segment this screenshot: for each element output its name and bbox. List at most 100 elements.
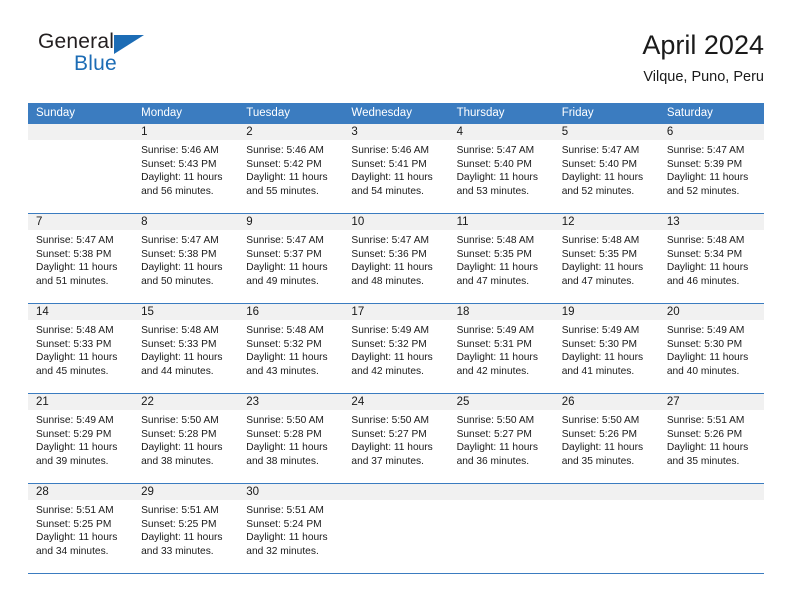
sunset-text: Sunset: 5:27 PM (456, 428, 532, 440)
day-number: 27 (658, 394, 764, 410)
day-details: Sunrise: 5:50 AM Sunset: 5:28 PM Daylight:… (133, 410, 238, 468)
daylight-text-line1: Daylight: 11 hours (351, 172, 433, 184)
day-cell[interactable]: 28 Sunrise: 5:51 AM Sunset: 5:25 PM Dayligh… (28, 484, 134, 573)
daylight-text-line2: and 37 minutes. (351, 455, 424, 467)
day-details: Sunrise: 5:49 AM Sunset: 5:32 PM Daylight:… (343, 320, 448, 378)
day-details: Sunrise: 5:50 AM Sunset: 5:28 PM Daylight:… (238, 410, 343, 468)
daylight-text-line1: Daylight: 11 hours (36, 442, 118, 454)
day-number: 22 (133, 394, 239, 410)
day-details: Sunrise: 5:51 AM Sunset: 5:25 PM Daylight:… (133, 500, 238, 558)
day-cell[interactable]: 2 Sunrise: 5:46 AM Sunset: 5:42 PM Daylight… (238, 124, 344, 213)
day-cell[interactable]: 10 Sunrise: 5:47 AM Sunset: 5:36 PM Dayligh… (343, 214, 449, 303)
sunrise-text: Sunrise: 5:49 AM (666, 325, 745, 336)
day-cell[interactable]: 27 Sunrise: 5:51 AM Sunset: 5:26 PM Dayligh… (658, 394, 764, 483)
day-cell[interactable]: 30 Sunrise: 5:51 AM Sunset: 5:24 PM Dayligh… (238, 484, 344, 573)
day-cell-empty (553, 484, 659, 573)
weekday-header-friday: Friday (561, 107, 594, 119)
daylight-text-line2: and 41 minutes. (561, 365, 635, 377)
location-subtitle: Vilque, Puno, Peru (643, 69, 764, 85)
daylight-text-line2: and 46 minutes. (666, 275, 740, 287)
sunset-text: Sunset: 5:43 PM (141, 158, 217, 170)
sunrise-text: Sunrise: 5:50 AM (141, 415, 219, 426)
week-cells: 7 Sunrise: 5:47 AM Sunset: 5:38 PM Daylight… (28, 214, 764, 303)
week-cells: 28 Sunrise: 5:51 AM Sunset: 5:25 PM Dayligh… (28, 484, 764, 573)
day-number: 18 (448, 304, 554, 320)
day-cell[interactable]: 4 Sunrise: 5:47 AM Sunset: 5:40 PM Daylight… (448, 124, 554, 213)
daylight-text-line2: and 52 minutes. (666, 185, 740, 197)
weekday-header-sunday: Sunday (36, 107, 76, 119)
day-cell[interactable]: 23 Sunrise: 5:50 AM Sunset: 5:28 PM Dayligh… (238, 394, 344, 483)
day-cell[interactable]: 8 Sunrise: 5:47 AM Sunset: 5:38 PM Daylight… (133, 214, 239, 303)
day-cell[interactable]: 12 Sunrise: 5:48 AM Sunset: 5:35 PM Dayligh… (553, 214, 659, 303)
sunrise-text: Sunrise: 5:47 AM (456, 145, 535, 156)
sunset-text: Sunset: 5:37 PM (246, 248, 322, 260)
day-details (554, 500, 659, 504)
daylight-text-line1: Daylight: 11 hours (456, 262, 538, 274)
sunset-text: Sunset: 5:32 PM (351, 338, 427, 350)
day-details: Sunrise: 5:49 AM Sunset: 5:30 PM Daylight:… (554, 320, 659, 378)
day-cell[interactable]: 7 Sunrise: 5:47 AM Sunset: 5:38 PM Daylight… (28, 214, 134, 303)
day-details: Sunrise: 5:47 AM Sunset: 5:37 PM Daylight:… (238, 230, 343, 288)
day-cell[interactable]: 18 Sunrise: 5:49 AM Sunset: 5:31 PM Dayligh… (448, 304, 554, 393)
day-number: 30 (238, 484, 344, 500)
daylight-text-line2: and 38 minutes. (246, 455, 319, 467)
sunrise-text: Sunrise: 5:51 AM (666, 415, 745, 426)
daylight-text-line2: and 48 minutes. (351, 275, 424, 287)
weekday-header-row: Sunday Monday Tuesday Wednesday Thursday Frid… (28, 103, 764, 124)
day-cell[interactable]: 11 Sunrise: 5:48 AM Sunset: 5:35 PM Dayligh… (448, 214, 554, 303)
sunrise-text: Sunrise: 5:49 AM (351, 325, 430, 336)
day-cell[interactable]: 13 Sunrise: 5:48 AM Sunset: 5:34 PM Dayligh… (658, 214, 764, 303)
daylight-text-line1: Daylight: 11 hours (141, 532, 223, 544)
daylight-text-line2: and 33 minutes. (141, 545, 214, 557)
day-cell[interactable]: 19 Sunrise: 5:49 AM Sunset: 5:30 PM Dayligh… (553, 304, 659, 393)
day-cell[interactable]: 5 Sunrise: 5:47 AM Sunset: 5:40 PM Daylight… (553, 124, 659, 213)
sunrise-text: Sunrise: 5:48 AM (561, 235, 640, 246)
day-cell[interactable]: 1 Sunrise: 5:46 AM Sunset: 5:43 PM Daylight… (133, 124, 239, 213)
day-details: Sunrise: 5:47 AM Sunset: 5:40 PM Daylight:… (554, 140, 659, 198)
day-cell[interactable]: 3 Sunrise: 5:46 AM Sunset: 5:41 PM Daylight… (343, 124, 449, 213)
day-cell[interactable]: 26 Sunrise: 5:50 AM Sunset: 5:26 PM Dayligh… (553, 394, 659, 483)
sunset-text: Sunset: 5:38 PM (141, 248, 217, 260)
sunrise-text: Sunrise: 5:47 AM (36, 235, 114, 246)
sunrise-text: Sunrise: 5:47 AM (351, 235, 430, 246)
day-cell[interactable]: 6 Sunrise: 5:47 AM Sunset: 5:39 PM Daylight… (658, 124, 764, 213)
day-number: 5 (553, 124, 659, 140)
daylight-text-line2: and 39 minutes. (36, 455, 109, 467)
day-cell[interactable]: 24 Sunrise: 5:50 AM Sunset: 5:27 PM Dayligh… (343, 394, 449, 483)
daylight-text-line1: Daylight: 11 hours (666, 262, 749, 274)
calendar-week-row: 28 Sunrise: 5:51 AM Sunset: 5:25 PM Dayligh… (28, 483, 764, 573)
sunset-text: Sunset: 5:33 PM (36, 338, 112, 350)
day-cell[interactable]: 21 Sunrise: 5:49 AM Sunset: 5:29 PM Dayligh… (28, 394, 134, 483)
day-cell[interactable]: 16 Sunrise: 5:48 AM Sunset: 5:32 PM Dayligh… (238, 304, 344, 393)
sunset-text: Sunset: 5:41 PM (351, 158, 427, 170)
sunrise-text: Sunrise: 5:47 AM (141, 235, 219, 246)
sunset-text: Sunset: 5:26 PM (666, 428, 743, 440)
day-details (449, 500, 554, 504)
day-number (448, 484, 554, 500)
day-details: Sunrise: 5:49 AM Sunset: 5:29 PM Daylight:… (28, 410, 133, 468)
weekday-header-monday: Monday (141, 107, 183, 119)
general-blue-logo[interactable]: General Blue (38, 30, 218, 86)
day-details: Sunrise: 5:46 AM Sunset: 5:42 PM Daylight:… (238, 140, 343, 198)
week-cells: 14 Sunrise: 5:48 AM Sunset: 5:33 PM Dayligh… (28, 304, 764, 393)
sunset-text: Sunset: 5:35 PM (561, 248, 638, 260)
sunrise-text: Sunrise: 5:51 AM (36, 505, 114, 516)
day-details: Sunrise: 5:51 AM Sunset: 5:24 PM Daylight:… (238, 500, 343, 558)
sunrise-text: Sunrise: 5:48 AM (141, 325, 219, 336)
day-cell[interactable]: 20 Sunrise: 5:49 AM Sunset: 5:30 PM Dayligh… (658, 304, 764, 393)
daylight-text-line2: and 53 minutes. (456, 185, 530, 197)
day-cell[interactable]: 15 Sunrise: 5:48 AM Sunset: 5:33 PM Dayligh… (133, 304, 239, 393)
day-details: Sunrise: 5:51 AM Sunset: 5:26 PM Daylight:… (659, 410, 764, 468)
day-cell[interactable]: 22 Sunrise: 5:50 AM Sunset: 5:28 PM Dayligh… (133, 394, 239, 483)
sunrise-text: Sunrise: 5:51 AM (246, 505, 324, 516)
day-cell[interactable]: 29 Sunrise: 5:51 AM Sunset: 5:25 PM Dayligh… (133, 484, 239, 573)
sunrise-text: Sunrise: 5:49 AM (456, 325, 535, 336)
day-cell[interactable]: 17 Sunrise: 5:49 AM Sunset: 5:32 PM Dayligh… (343, 304, 449, 393)
day-cell[interactable]: 14 Sunrise: 5:48 AM Sunset: 5:33 PM Dayligh… (28, 304, 134, 393)
sunset-text: Sunset: 5:30 PM (666, 338, 743, 350)
day-cell[interactable]: 9 Sunrise: 5:47 AM Sunset: 5:37 PM Daylight… (238, 214, 344, 303)
day-number: 29 (133, 484, 239, 500)
sunset-text: Sunset: 5:40 PM (561, 158, 638, 170)
daylight-text-line2: and 45 minutes. (36, 365, 109, 377)
day-cell[interactable]: 25 Sunrise: 5:50 AM Sunset: 5:27 PM Dayligh… (448, 394, 554, 483)
